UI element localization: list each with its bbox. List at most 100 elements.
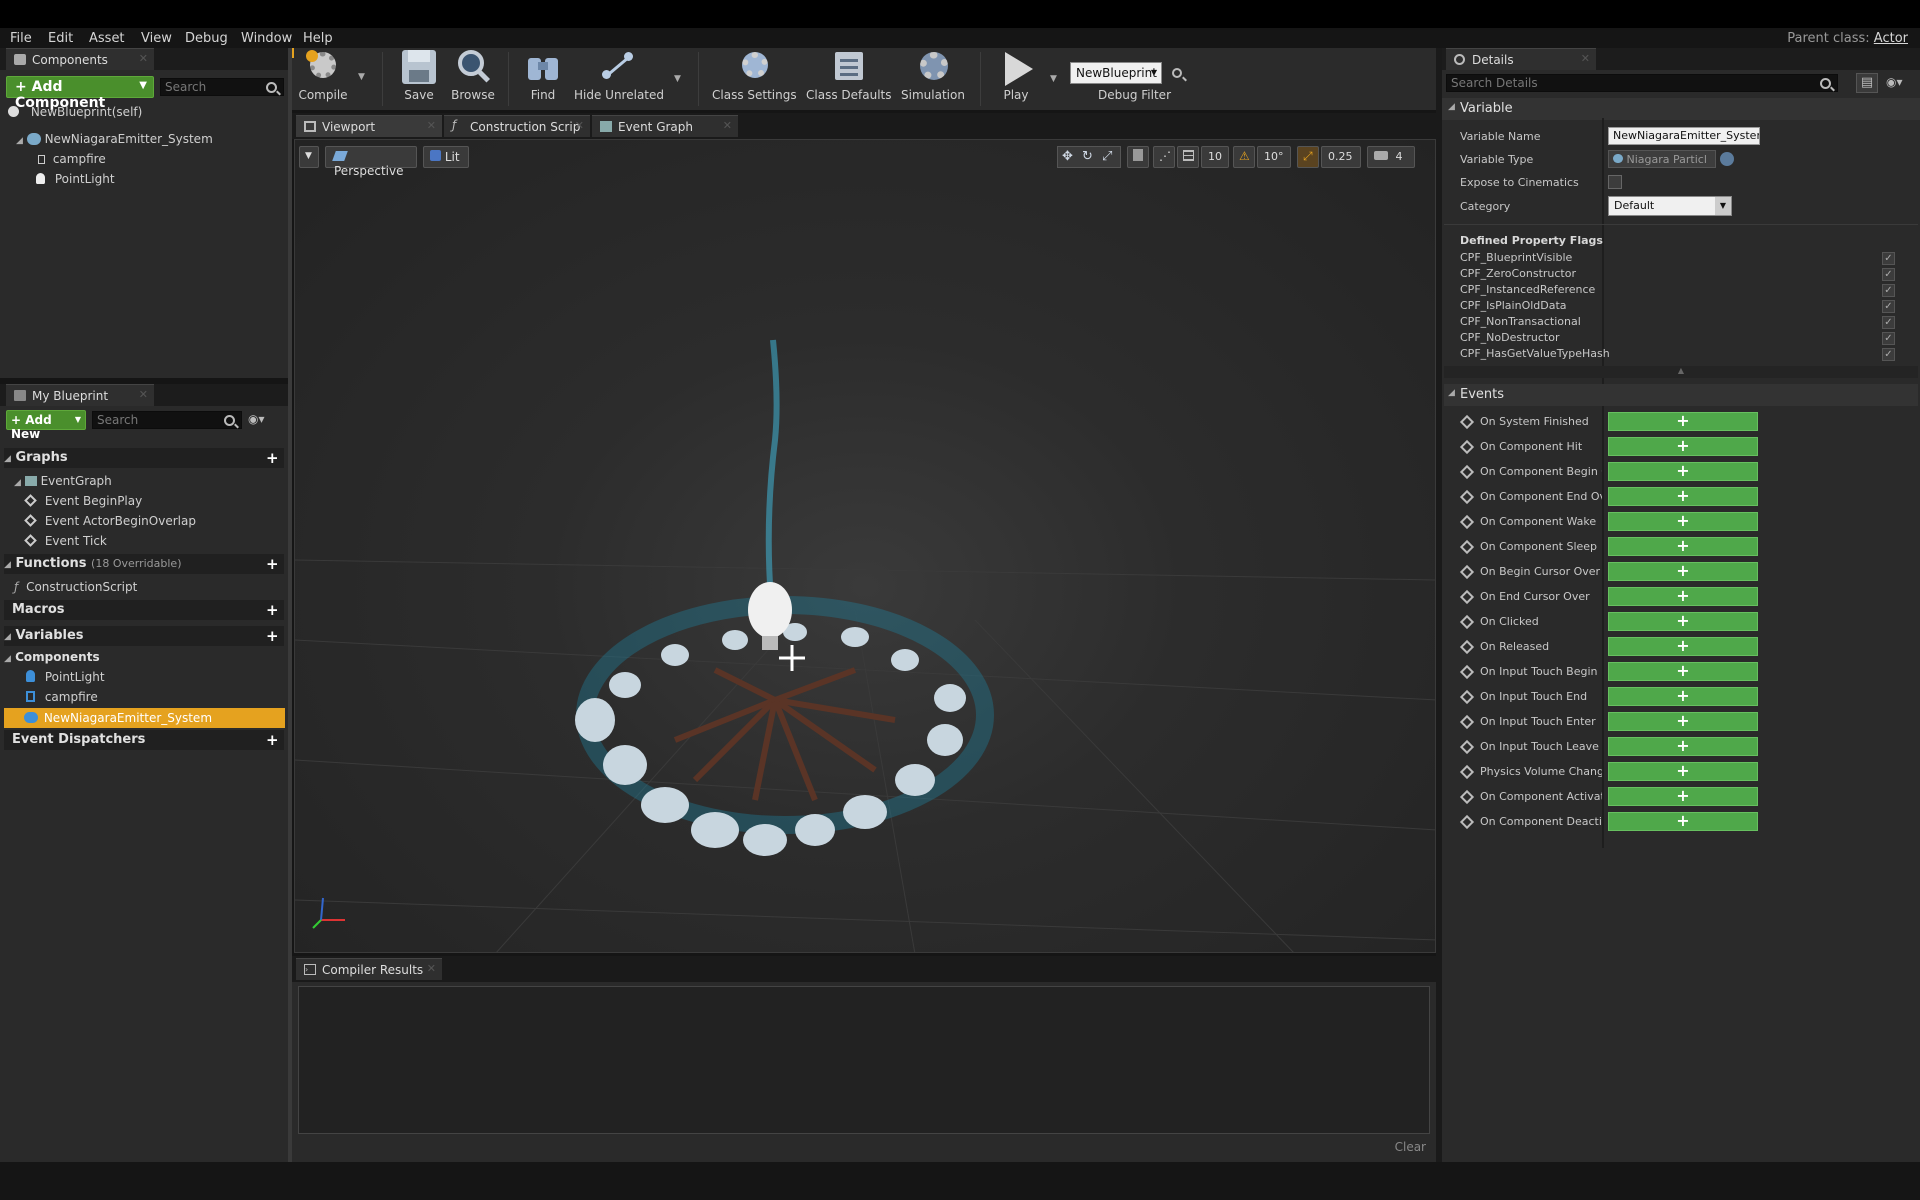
property-flag-checkbox[interactable]: ✓ <box>1882 316 1895 329</box>
add-graph-plus-icon[interactable]: + <box>266 451 279 466</box>
find-button[interactable]: Find <box>520 50 566 108</box>
property-matrix-icon[interactable]: ▤ <box>1856 73 1878 93</box>
class-settings-button[interactable]: Class Settings <box>712 50 797 108</box>
save-button[interactable]: Save <box>396 50 442 108</box>
add-event-button[interactable]: + <box>1608 487 1758 506</box>
visibility-eye-icon[interactable]: ◉▾ <box>248 413 270 425</box>
compile-options-chevron-icon[interactable]: ▼ <box>358 72 365 82</box>
menu-file[interactable]: File <box>10 31 32 46</box>
tab-event-graph[interactable]: Event Graph ✕ <box>592 115 738 137</box>
add-macro-plus-icon[interactable]: + <box>266 603 279 618</box>
hide-unrelated-options-chevron-icon[interactable]: ▼ <box>674 74 681 84</box>
menu-asset[interactable]: Asset <box>89 31 125 46</box>
add-event-button[interactable]: + <box>1608 812 1758 831</box>
rotate-tool-icon[interactable]: ↻ <box>1082 149 1093 164</box>
simulation-button[interactable]: Simulation <box>898 50 968 108</box>
add-event-button[interactable]: + <box>1608 737 1758 756</box>
close-icon[interactable]: ✕ <box>427 119 436 132</box>
scale-snap-toggle[interactable]: ⤢ <box>1297 146 1319 168</box>
var-campfire[interactable]: campfire <box>26 690 98 704</box>
add-event-button[interactable]: + <box>1608 437 1758 456</box>
property-flag-checkbox[interactable]: ✓ <box>1882 300 1895 313</box>
graph-event-beginplay[interactable]: Event BeginPlay <box>24 494 142 508</box>
section-variables[interactable]: ◢ Variables + <box>4 626 284 646</box>
property-flag-checkbox[interactable]: ✓ <box>1882 268 1895 281</box>
hide-unrelated-button[interactable]: Hide Unrelated <box>574 50 664 108</box>
world-local-toggle[interactable] <box>1127 146 1149 168</box>
debug-search-icon[interactable] <box>1172 68 1182 78</box>
variable-section-header[interactable]: ◢ Variable <box>1442 98 1920 120</box>
components-search-input[interactable]: Search <box>160 78 284 96</box>
section-graphs[interactable]: ◢ Graphs + <box>4 448 284 468</box>
close-icon[interactable]: ✕ <box>427 962 436 975</box>
property-flag-checkbox[interactable]: ✓ <box>1882 332 1895 345</box>
close-icon[interactable]: ✕ <box>139 52 148 65</box>
var-niagara-selected[interactable]: NewNiagaraEmitter_System <box>4 708 285 728</box>
close-icon[interactable]: ✕ <box>1581 52 1590 65</box>
add-event-button[interactable]: + <box>1608 412 1758 431</box>
tab-compiler-results[interactable]: › Compiler Results ✕ <box>296 958 442 980</box>
add-event-button[interactable]: + <box>1608 787 1758 806</box>
add-event-button[interactable]: + <box>1608 662 1758 681</box>
clear-button[interactable]: Clear <box>1395 1140 1426 1154</box>
tab-details[interactable]: Details ✕ <box>1446 48 1596 70</box>
play-button[interactable]: Play <box>990 50 1042 108</box>
tree-item-niagara[interactable]: ◢ NewNiagaraEmitter_System <box>16 132 213 146</box>
viewport-options-button[interactable]: ▼ <box>299 146 319 168</box>
translate-tool-icon[interactable]: ✥ <box>1062 149 1073 164</box>
surface-snap-button[interactable]: ⋰ <box>1153 146 1175 168</box>
close-icon[interactable]: ✕ <box>575 119 584 132</box>
play-options-chevron-icon[interactable]: ▼ <box>1050 74 1057 84</box>
add-event-button[interactable]: + <box>1608 512 1758 531</box>
compile-button[interactable]: Compile <box>294 50 352 108</box>
category-select[interactable]: Default ▼ <box>1608 196 1732 216</box>
tab-construction-script[interactable]: ƒ Construction Scrip ✕ <box>444 115 590 137</box>
add-function-plus-icon[interactable]: + <box>266 557 279 572</box>
graph-event-actorbeginoverlap[interactable]: Event ActorBeginOverlap <box>24 514 196 528</box>
section-event-dispatchers[interactable]: Event Dispatchers + <box>4 730 284 750</box>
collapse-flags-icon[interactable]: ▲ <box>1444 366 1918 378</box>
menu-edit[interactable]: Edit <box>48 31 73 46</box>
parent-class-link[interactable]: Actor <box>1874 31 1908 46</box>
add-new-button[interactable]: + Add New ▼ <box>6 410 86 441</box>
close-icon[interactable]: ✕ <box>139 388 148 401</box>
tree-item-campfire[interactable]: campfire <box>38 152 106 166</box>
section-macros[interactable]: Macros + <box>4 600 284 620</box>
add-event-button[interactable]: + <box>1608 712 1758 731</box>
menu-window[interactable]: Window <box>241 31 292 46</box>
menu-help[interactable]: Help <box>303 31 333 46</box>
lit-button[interactable]: Lit <box>423 146 469 168</box>
add-event-button[interactable]: + <box>1608 687 1758 706</box>
debug-filter-select[interactable]: NewBlueprint ▼ <box>1070 62 1162 84</box>
section-components[interactable]: ◢ Components <box>4 648 284 668</box>
add-variable-plus-icon[interactable]: + <box>266 629 279 644</box>
function-constructionscript[interactable]: ƒ ConstructionScript <box>14 580 137 594</box>
menu-debug[interactable]: Debug <box>185 31 228 46</box>
pointlight-bulb-icon[interactable] <box>748 582 792 638</box>
browse-button[interactable]: Browse <box>448 50 498 108</box>
visibility-eye-icon[interactable]: ◉▾ <box>1886 75 1903 89</box>
variable-type-select[interactable]: Niagara Particl <box>1608 150 1716 168</box>
scale-tool-icon[interactable]: ⤢ <box>1102 149 1112 164</box>
myblueprint-search-input[interactable]: Search <box>92 411 242 429</box>
myblueprint-tab[interactable]: My Blueprint ✕ <box>6 384 154 406</box>
add-event-button[interactable]: + <box>1608 462 1758 481</box>
add-event-button[interactable]: + <box>1608 587 1758 606</box>
grid-snap-toggle[interactable] <box>1177 146 1199 168</box>
close-icon[interactable]: ✕ <box>723 119 732 132</box>
details-search-input[interactable]: Search Details <box>1446 74 1838 92</box>
scale-snap-value[interactable]: 0.25 <box>1321 146 1361 168</box>
camera-speed-button[interactable]: 4 <box>1367 146 1415 168</box>
tree-root-self[interactable]: NewBlueprint(self) <box>8 105 142 119</box>
property-flag-checkbox[interactable]: ✓ <box>1882 252 1895 265</box>
menu-view[interactable]: View <box>141 31 172 46</box>
class-defaults-button[interactable]: Class Defaults <box>806 50 891 108</box>
tab-viewport[interactable]: Viewport ✕ <box>296 115 442 137</box>
move-gizmo-icon[interactable] <box>779 645 805 671</box>
property-flag-checkbox[interactable]: ✓ <box>1882 348 1895 361</box>
section-functions[interactable]: ◢ Functions (18 Overridable) + <box>4 554 284 574</box>
add-event-button[interactable]: + <box>1608 637 1758 656</box>
events-section-header[interactable]: ◢ Events <box>1444 384 1918 406</box>
add-event-button[interactable]: + <box>1608 537 1758 556</box>
graph-event-tick[interactable]: Event Tick <box>24 534 107 548</box>
